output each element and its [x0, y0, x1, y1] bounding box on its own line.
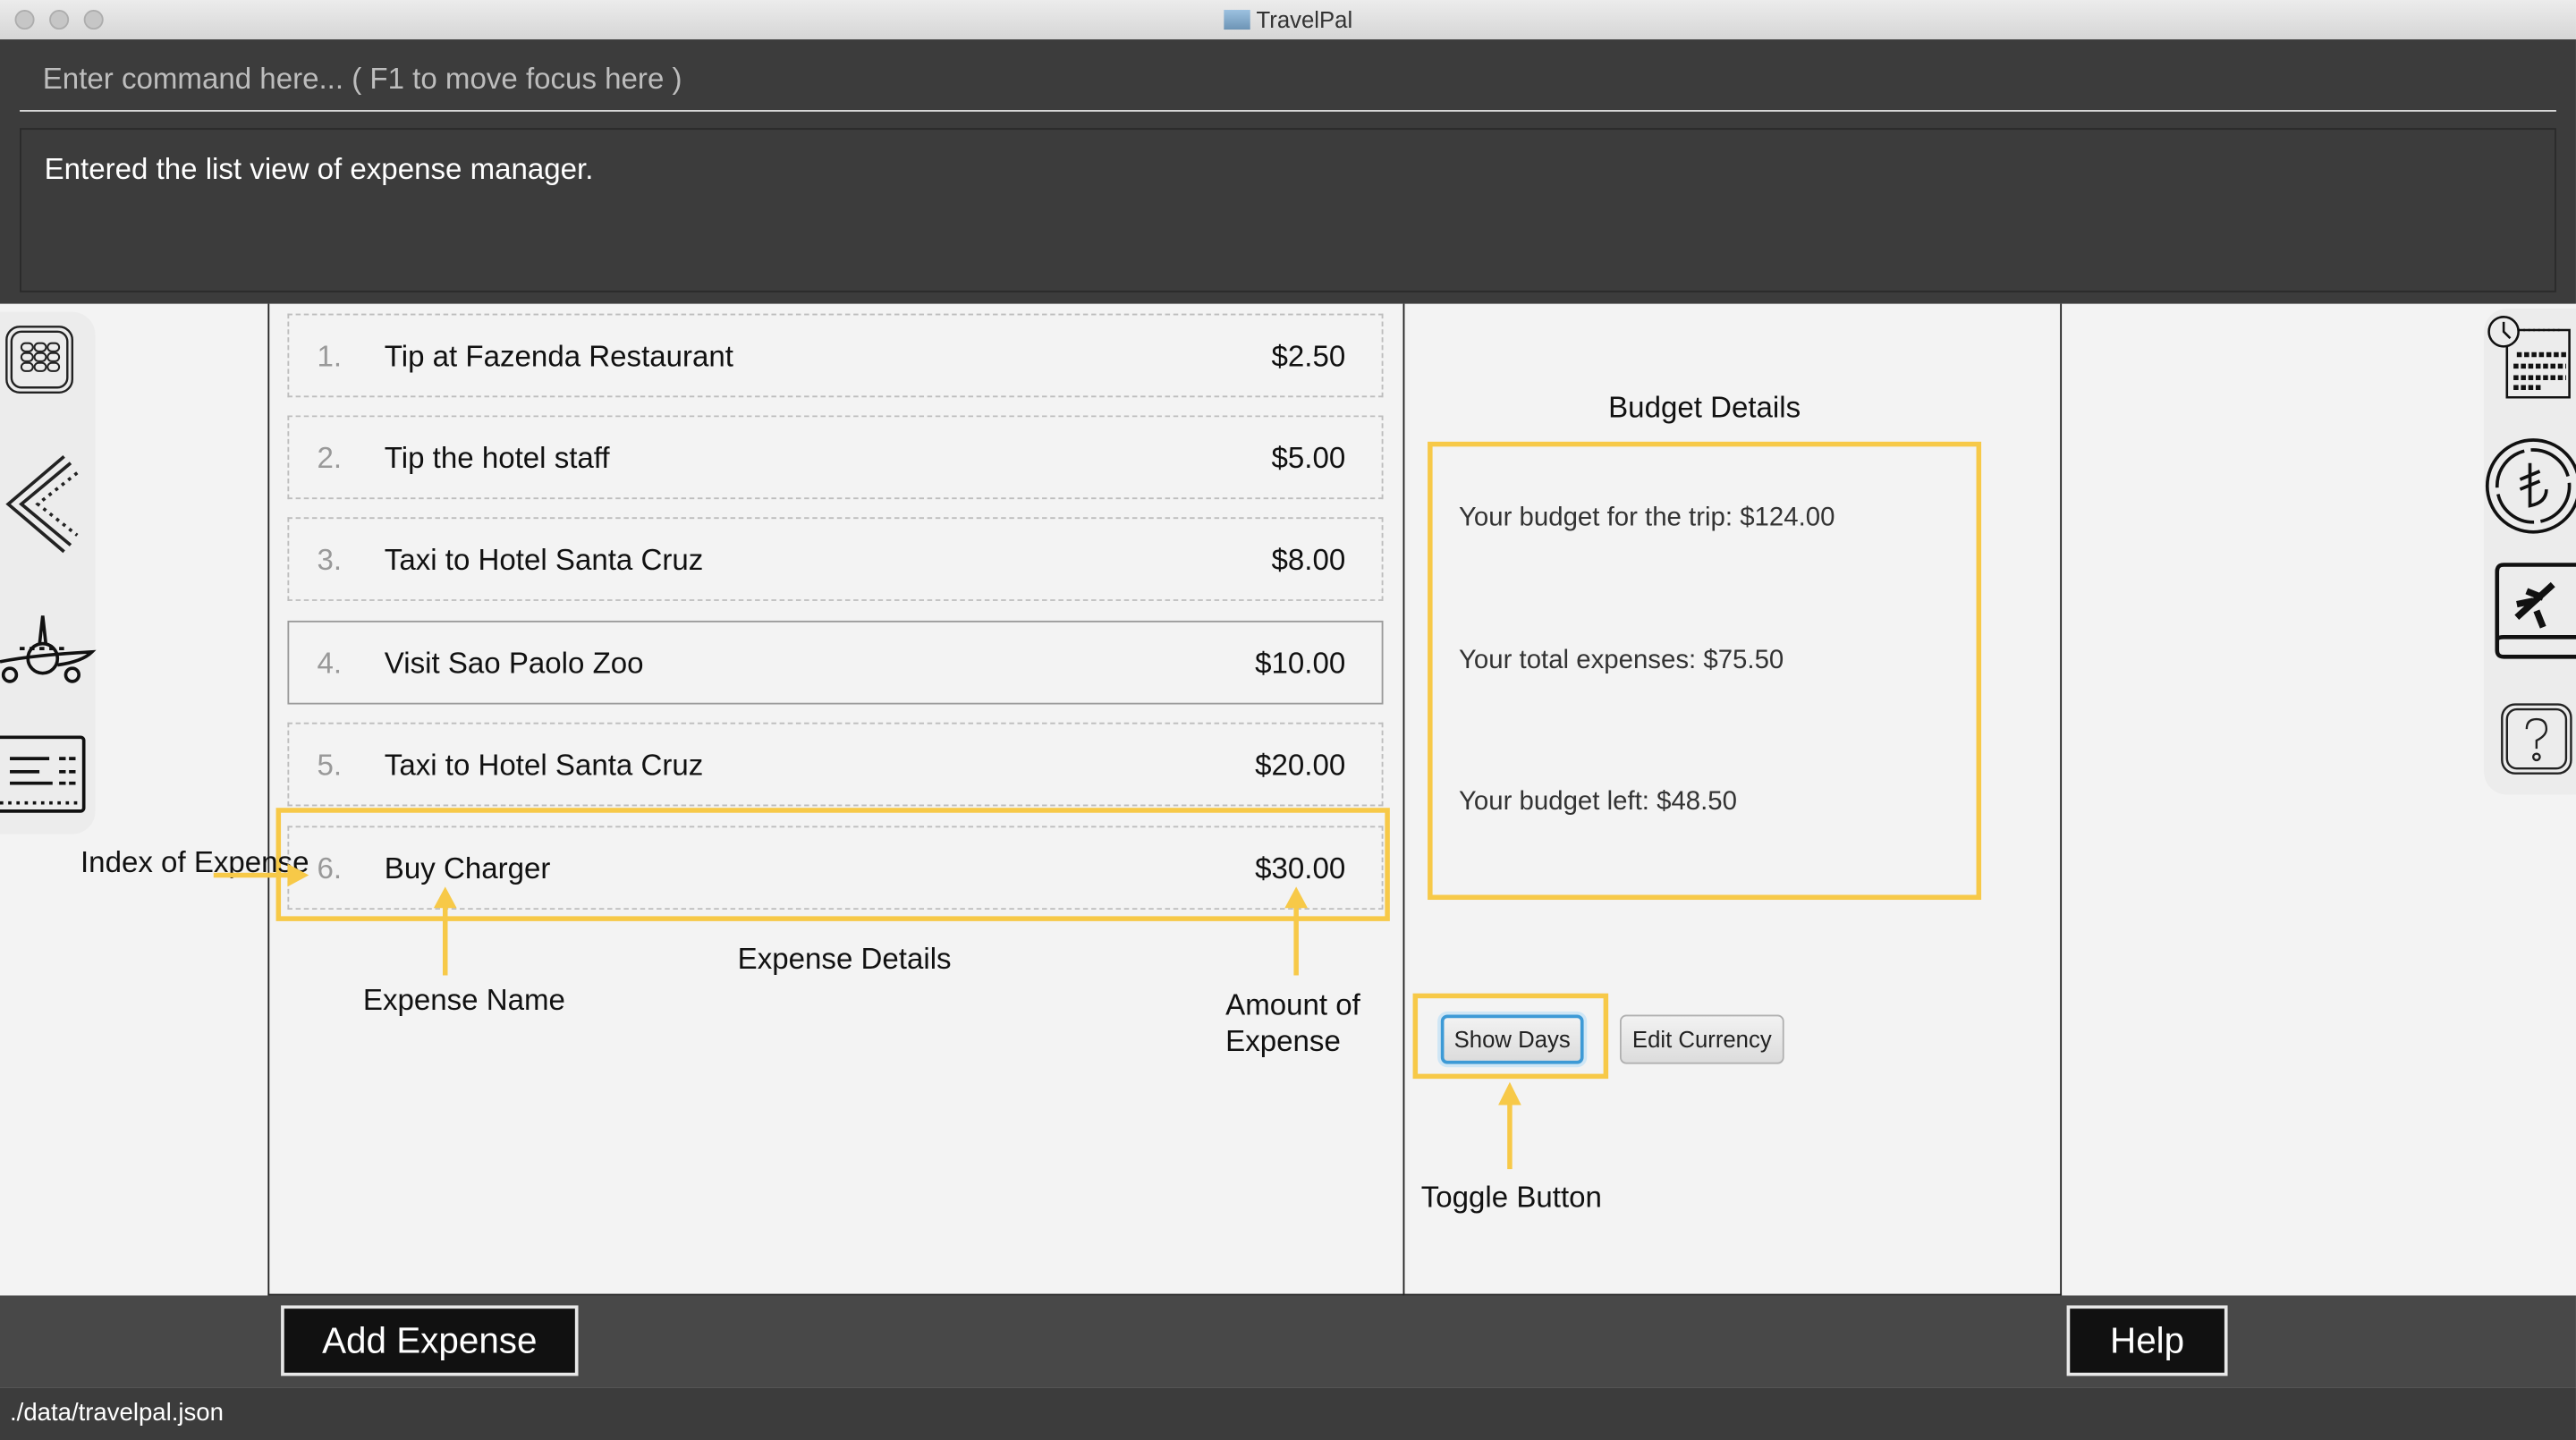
budget-details-title: Budget Details	[1608, 390, 1801, 424]
edit-currency-button[interactable]: Edit Currency	[1619, 1014, 1784, 1064]
expenses-total-text: Your total expenses: $75.50	[1458, 647, 1784, 675]
budget-total-text: Your budget for the trip: $124.00	[1458, 504, 1835, 532]
show-days-button[interactable]: Show Days	[1440, 1014, 1584, 1064]
arrow-name	[433, 886, 457, 976]
arrow-amount	[1284, 886, 1309, 976]
add-expense-button[interactable]: Add Expense	[281, 1305, 579, 1376]
arrow-index	[213, 863, 309, 887]
budget-left-text: Your budget left: $48.50	[1458, 788, 1737, 817]
help-button[interactable]: Help	[2066, 1305, 2228, 1376]
status-bar-path: ./data/travelpal.json	[0, 1387, 2576, 1440]
annotation-toggle-label: Toggle Button	[1420, 1180, 1602, 1214]
annotation-arrows	[213, 863, 1521, 1170]
